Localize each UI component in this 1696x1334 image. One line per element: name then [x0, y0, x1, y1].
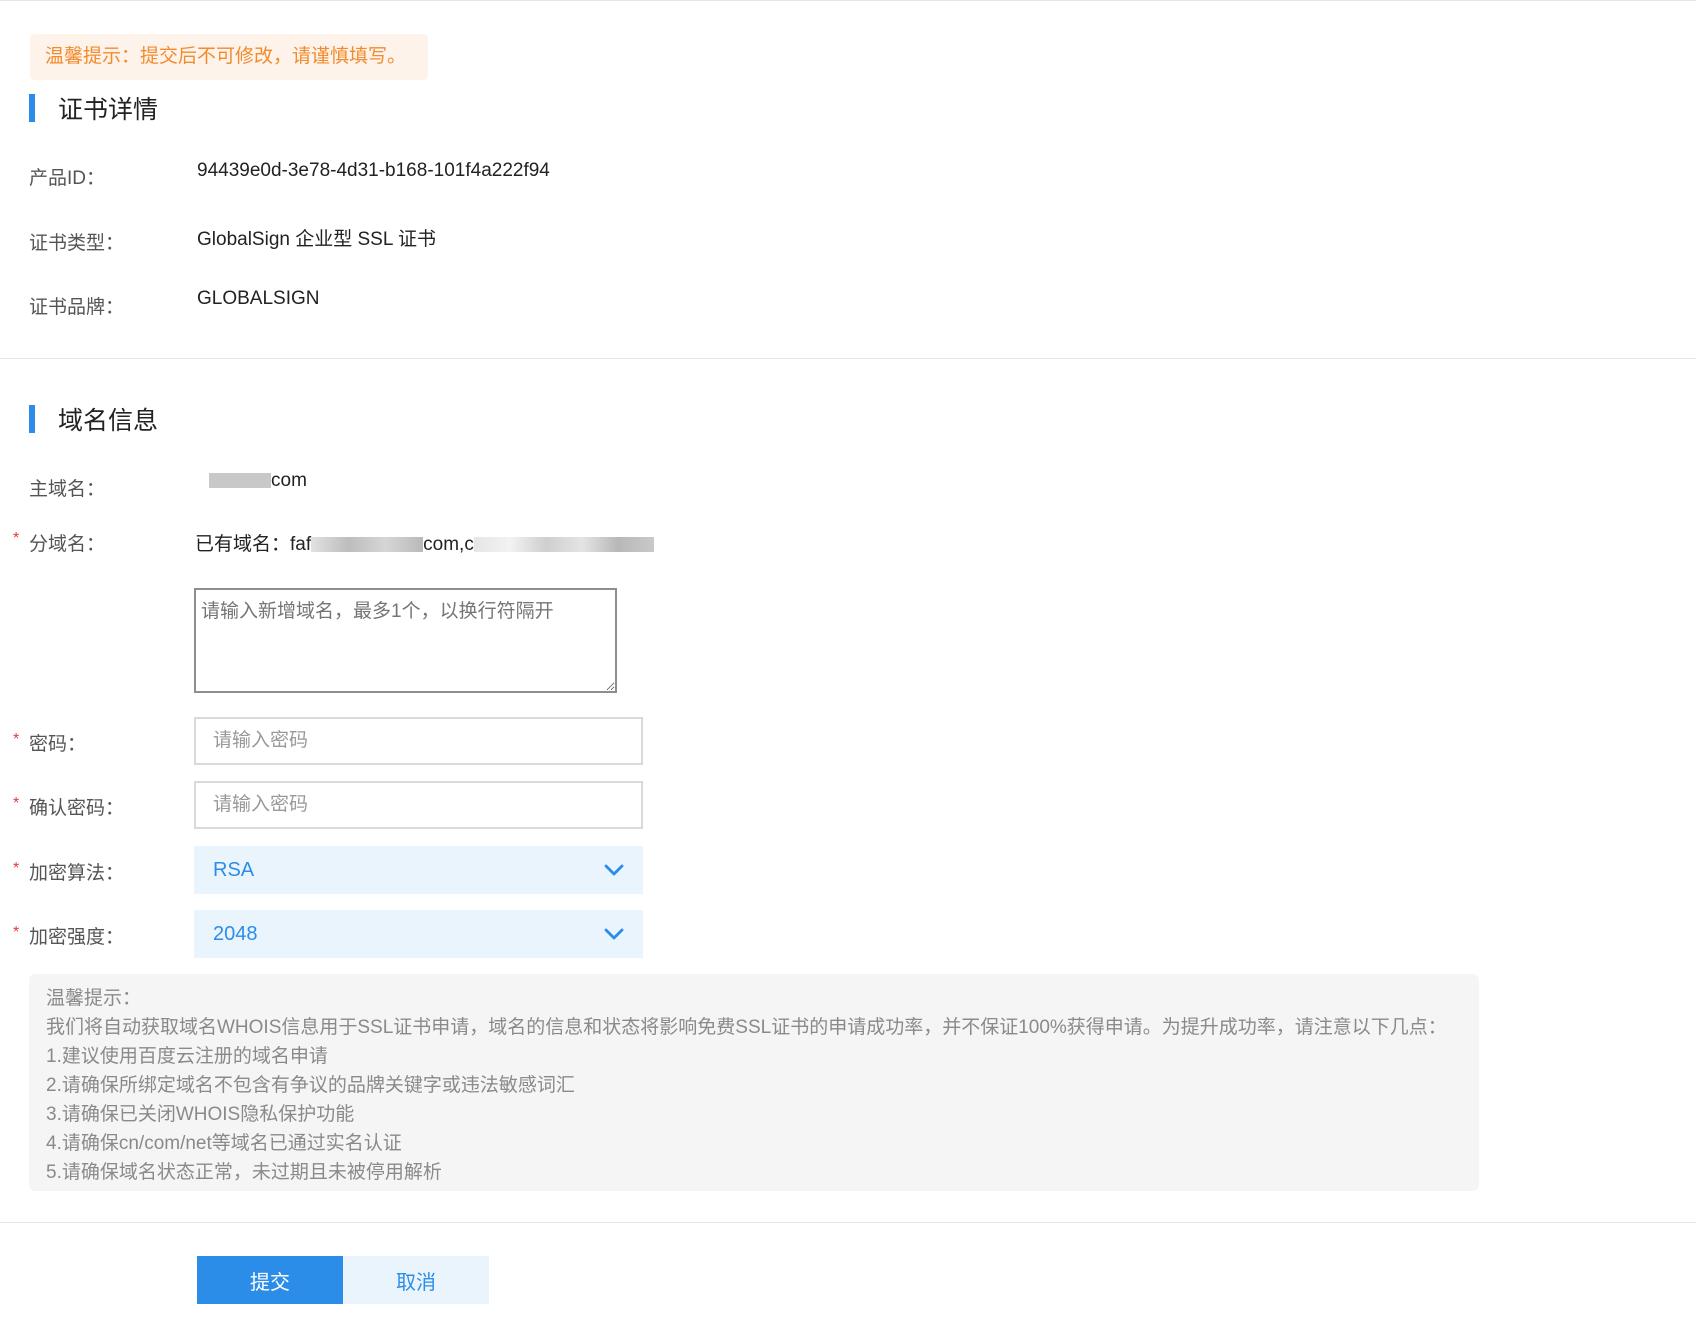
- sub-domain-label: 分域名：: [29, 534, 106, 555]
- cert-type-value: GlobalSign 企业型 SSL 证书: [197, 229, 436, 250]
- new-domain-textarea[interactable]: [194, 588, 617, 693]
- existing-domains-start: faf: [290, 534, 312, 555]
- tips-line: 2.请确保所绑定域名不包含有争议的品牌关键字或违法敏感词汇: [46, 1075, 575, 1096]
- algorithm-label: 加密算法：: [29, 863, 125, 884]
- cancel-button[interactable]: 取消: [343, 1256, 489, 1304]
- tips-line: 5.请确保域名状态正常，未过期且未被停用解析: [46, 1162, 442, 1183]
- section-accent-bar: [29, 94, 35, 122]
- password-input[interactable]: [194, 717, 643, 765]
- domain-section-title: 域名信息: [29, 403, 158, 435]
- strength-select[interactable]: 2048: [194, 910, 643, 958]
- tips-line: 4.请确保cn/com/net等域名已通过实名认证: [46, 1133, 402, 1154]
- submit-button[interactable]: 提交: [197, 1256, 343, 1304]
- redacted-blur: [473, 537, 654, 553]
- required-mark: *: [13, 530, 20, 547]
- required-mark: *: [13, 860, 20, 877]
- chevron-down-icon: [604, 864, 624, 876]
- redacted-blur: [209, 473, 271, 489]
- chevron-down-icon: [604, 928, 624, 940]
- tips-line: 1.建议使用百度云注册的域名申请: [46, 1046, 328, 1067]
- redacted-blur: [311, 537, 424, 553]
- tips-line: 我们将自动获取域名WHOIS信息用于SSL证书申请，域名的信息和状态将影响免费S…: [46, 1017, 1447, 1038]
- section-divider: [0, 358, 1696, 359]
- top-divider: [0, 0, 1696, 1]
- confirm-password-label: 确认密码：: [29, 798, 125, 819]
- strength-select-value: 2048: [213, 922, 258, 945]
- main-domain-suffix: com: [271, 470, 307, 491]
- warning-banner: 温馨提示：提交后不可修改，请谨慎填写。: [30, 34, 428, 80]
- footer-divider: [0, 1222, 1696, 1223]
- required-mark: *: [13, 924, 20, 941]
- cert-brand-label: 证书品牌：: [29, 297, 125, 318]
- confirm-password-input[interactable]: [194, 781, 643, 829]
- required-mark: *: [13, 795, 20, 812]
- required-mark: *: [13, 731, 20, 748]
- algorithm-select[interactable]: RSA: [194, 846, 643, 894]
- section-accent-bar: [29, 405, 35, 433]
- existing-domains-mid: com,c: [423, 534, 474, 555]
- domain-section-title-text: 域名信息: [58, 407, 159, 435]
- tips-title: 温馨提示：: [46, 988, 142, 1009]
- product-id-value: 94439e0d-3e78-4d31-b168-101f4a222f94: [197, 160, 550, 181]
- cert-section-title: 证书详情: [29, 92, 158, 124]
- existing-domains-prefix: 已有域名：: [195, 534, 291, 555]
- cert-type-label: 证书类型：: [29, 233, 125, 254]
- password-label: 密码：: [29, 734, 87, 755]
- tips-box: 温馨提示： 我们将自动获取域名WHOIS信息用于SSL证书申请，域名的信息和状态…: [29, 974, 1479, 1191]
- cert-section-title-text: 证书详情: [58, 96, 159, 124]
- main-domain-value: com: [209, 470, 307, 492]
- existing-domains: 已有域名：faf com,c: [195, 529, 654, 556]
- main-domain-label: 主域名：: [29, 479, 106, 500]
- product-id-label: 产品ID：: [29, 168, 106, 189]
- cert-brand-value: GLOBALSIGN: [197, 288, 320, 309]
- algorithm-select-value: RSA: [213, 858, 255, 881]
- strength-label: 加密强度：: [29, 927, 125, 948]
- tips-line: 3.请确保已关闭WHOIS隐私保护功能: [46, 1104, 355, 1125]
